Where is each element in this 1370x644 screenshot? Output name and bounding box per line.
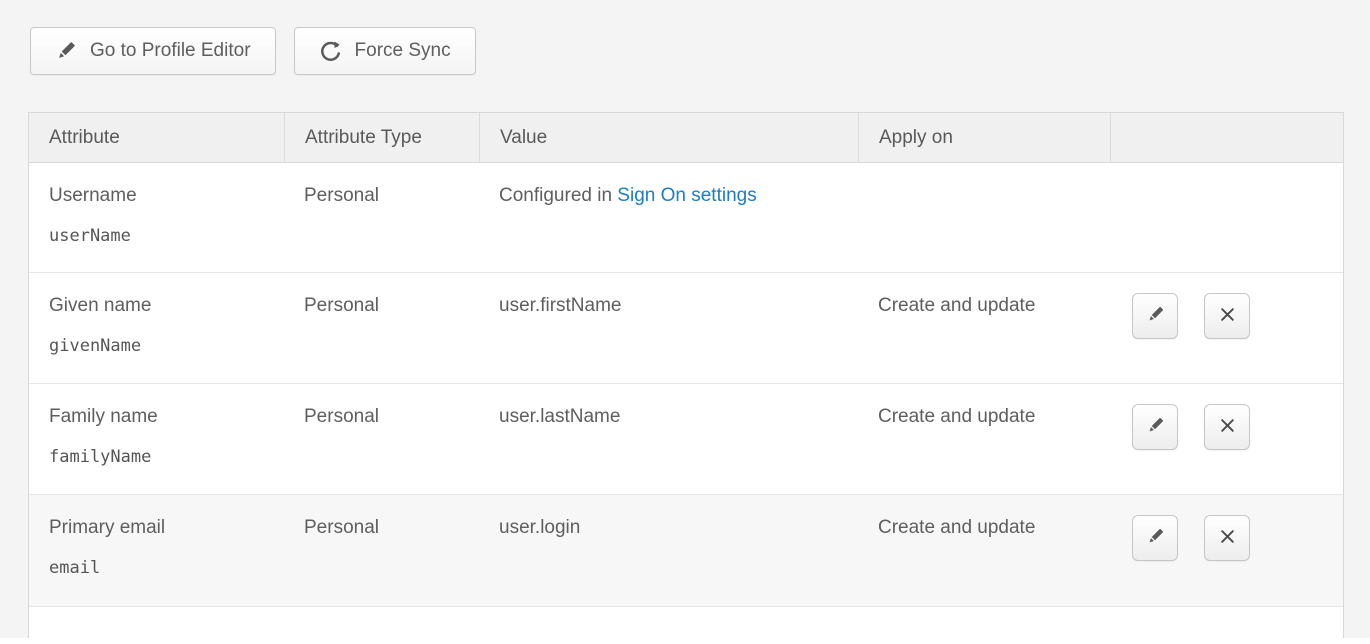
attribute-name: userName	[49, 226, 284, 246]
actions-cell	[1110, 273, 1343, 383]
attribute-name: email	[49, 558, 284, 578]
value-text: Configured in	[499, 185, 617, 206]
force-sync-label: Force Sync	[355, 40, 451, 62]
attribute-name: familyName	[49, 447, 284, 467]
value-cell: user.firstName	[479, 273, 858, 383]
actions-cell	[1110, 495, 1343, 606]
attribute-name: givenName	[49, 336, 284, 356]
refresh-icon	[319, 40, 342, 63]
value-cell: user.lastName	[479, 384, 858, 494]
remove-attribute-button[interactable]	[1204, 404, 1250, 450]
attribute-type-cell: Personal	[284, 163, 479, 272]
attribute-cell: Given name givenName	[29, 273, 284, 383]
page-background: Go to Profile Editor Force Sync Attribut…	[0, 0, 1370, 638]
column-header-value: Value	[479, 113, 858, 162]
apply-on-cell: Create and update	[858, 495, 1110, 606]
edit-attribute-button[interactable]	[1132, 293, 1178, 339]
value-cell: user.login	[479, 495, 858, 606]
apply-on-cell	[858, 163, 1110, 272]
attribute-type-cell: Personal	[284, 384, 479, 494]
sign-on-settings-link[interactable]: Sign On settings	[617, 185, 756, 206]
attribute-cell: Username userName	[29, 163, 284, 272]
actions-cell	[1110, 163, 1343, 272]
x-icon	[1219, 306, 1236, 326]
attribute-cell: Family name familyName	[29, 384, 284, 494]
pencil-icon	[1146, 305, 1165, 327]
attribute-mappings-table: Attribute Attribute Type Value Apply on …	[28, 112, 1344, 638]
attribute-type-cell: Personal	[284, 273, 479, 383]
attribute-label: Given name	[49, 295, 284, 317]
table-row: Given name givenName Personal user.first…	[29, 273, 1343, 384]
actions-cell	[1110, 384, 1343, 494]
force-sync-button[interactable]: Force Sync	[294, 27, 476, 75]
attribute-label: Family name	[49, 406, 284, 428]
remove-attribute-button[interactable]	[1204, 293, 1250, 339]
table-row	[29, 607, 1343, 638]
attribute-label: Primary email	[49, 517, 284, 539]
column-header-apply-on: Apply on	[858, 113, 1110, 162]
column-header-attribute: Attribute	[29, 113, 284, 162]
pencil-icon	[1146, 416, 1165, 438]
value-cell: Configured in Sign On settings	[479, 163, 858, 272]
attribute-cell: Primary email email	[29, 495, 284, 606]
edit-attribute-button[interactable]	[1132, 515, 1178, 561]
table-row: Primary email email Personal user.login …	[29, 495, 1343, 607]
toolbar: Go to Profile Editor Force Sync	[30, 27, 476, 75]
x-icon	[1219, 417, 1236, 437]
table-body: Username userName Personal Configured in…	[28, 163, 1344, 638]
column-header-actions	[1110, 113, 1343, 162]
attribute-type-cell: Personal	[284, 495, 479, 606]
apply-on-cell: Create and update	[858, 273, 1110, 383]
table-row: Family name familyName Personal user.las…	[29, 384, 1343, 495]
go-to-profile-editor-label: Go to Profile Editor	[90, 40, 251, 62]
column-header-attribute-type: Attribute Type	[284, 113, 479, 162]
remove-attribute-button[interactable]	[1204, 515, 1250, 561]
edit-attribute-button[interactable]	[1132, 404, 1178, 450]
table-row: Username userName Personal Configured in…	[29, 163, 1343, 273]
attribute-label: Username	[49, 185, 284, 207]
table-header: Attribute Attribute Type Value Apply on	[28, 112, 1344, 163]
pencil-icon	[55, 40, 77, 62]
go-to-profile-editor-button[interactable]: Go to Profile Editor	[30, 27, 276, 75]
apply-on-cell: Create and update	[858, 384, 1110, 494]
pencil-icon	[1146, 527, 1165, 549]
x-icon	[1219, 528, 1236, 548]
